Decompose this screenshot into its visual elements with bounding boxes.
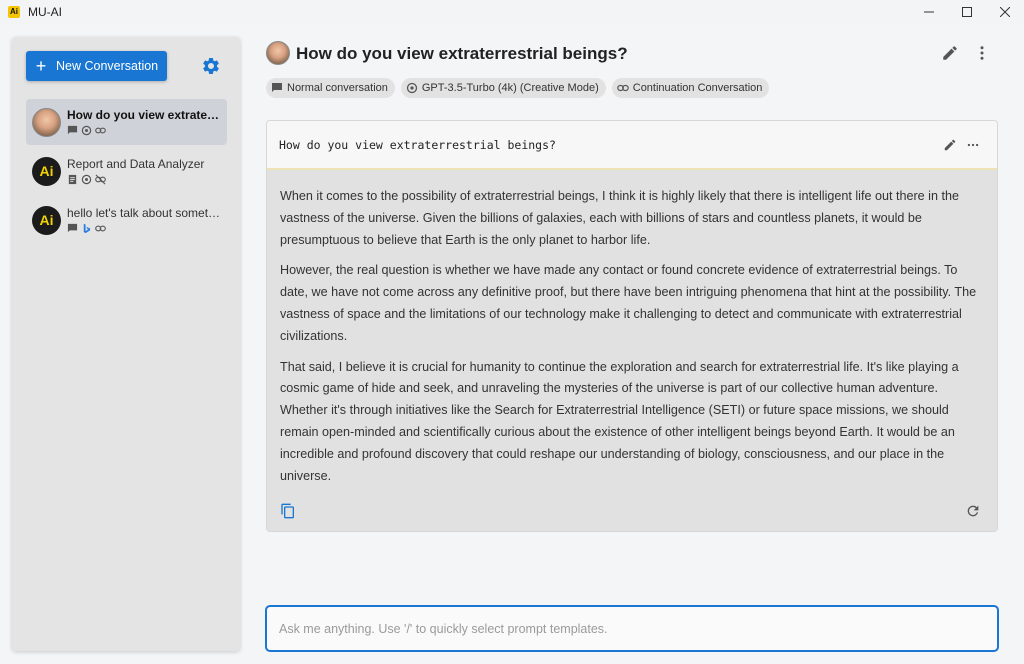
edit-icon[interactable] — [941, 44, 959, 62]
chip-conversation-type: Normal conversation — [266, 78, 395, 98]
minimize-button[interactable] — [910, 0, 948, 24]
ai-avatar: Ai — [32, 205, 61, 235]
chat-icon — [272, 83, 282, 92]
conversation-item[interactable]: Ai Report and Data Analyzer — [26, 148, 227, 194]
openai-icon — [81, 125, 92, 136]
window-title: MU-AI — [28, 5, 62, 19]
window-controls — [910, 0, 1024, 24]
prompt-input[interactable] — [267, 607, 997, 650]
response-paragraph: However, the real question is whether we… — [280, 263, 977, 343]
app-logo-icon: Ai — [8, 6, 20, 18]
conversation-title: hello let's talk about something — [67, 206, 222, 220]
gear-icon[interactable] — [201, 56, 221, 76]
chip-continuation: Continuation Conversation — [611, 78, 770, 98]
chip-label: GPT-3.5-Turbo (4k) (Creative Mode) — [421, 82, 599, 94]
message-card: How do you view extraterrestrial beings?… — [266, 120, 998, 532]
new-conversation-label: New Conversation — [56, 59, 159, 73]
response-paragraph: When it comes to the possibility of extr… — [280, 189, 959, 247]
user-message: How do you view extraterrestrial beings? — [267, 121, 997, 170]
minimize-icon — [924, 11, 934, 13]
close-button[interactable] — [986, 0, 1024, 24]
more-vertical-icon[interactable] — [973, 44, 991, 62]
response-paragraph: That said, I believe it is crucial for h… — [280, 359, 959, 483]
chat-icon — [67, 125, 78, 135]
link-icon — [95, 127, 106, 134]
conversation-item[interactable]: How do you view extraterrestrial beings? — [26, 99, 227, 145]
assistant-response: When it comes to the possibility of extr… — [267, 170, 997, 531]
link-off-icon — [95, 174, 106, 185]
maximize-icon — [962, 7, 972, 17]
prompt-input-container — [265, 605, 999, 652]
conversation-item[interactable]: Ai hello let's talk about something — [26, 197, 227, 243]
chip-label: Normal conversation — [287, 82, 388, 94]
plus-icon: + — [35, 56, 47, 76]
chip-label: Continuation Conversation — [632, 82, 763, 94]
chip-model: GPT-3.5-Turbo (4k) (Creative Mode) — [400, 78, 606, 98]
ai-avatar: Ai — [32, 156, 61, 186]
document-icon — [68, 174, 77, 185]
link-icon — [616, 84, 629, 92]
link-icon — [95, 225, 106, 232]
conversation-info-chips: Normal conversation GPT-3.5-Turbo (4k) (… — [266, 78, 770, 98]
more-horizontal-icon[interactable] — [966, 138, 980, 152]
user-avatar — [266, 41, 290, 65]
user-message-text: How do you view extraterrestrial beings? — [279, 138, 556, 152]
sidebar: + New Conversation How do you view extra… — [12, 37, 240, 651]
conversation-title: How do you view extraterrestrial beings? — [67, 108, 222, 122]
openai-icon — [406, 82, 418, 94]
page-title: How do you view extraterrestrial beings? — [296, 44, 628, 63]
conversation-list: How do you view extraterrestrial beings?… — [26, 99, 227, 246]
edit-icon[interactable] — [943, 138, 957, 152]
user-avatar — [32, 107, 61, 137]
copy-icon[interactable] — [280, 503, 296, 519]
new-conversation-button[interactable]: + New Conversation — [26, 51, 167, 81]
chat-icon — [67, 223, 78, 233]
conversation-title: Report and Data Analyzer — [67, 157, 205, 171]
maximize-button[interactable] — [948, 0, 986, 24]
close-icon — [1000, 7, 1010, 17]
openai-icon — [81, 174, 92, 185]
bing-icon — [83, 223, 91, 234]
title-bar: Ai MU-AI — [0, 0, 1024, 24]
refresh-icon[interactable] — [965, 503, 981, 519]
